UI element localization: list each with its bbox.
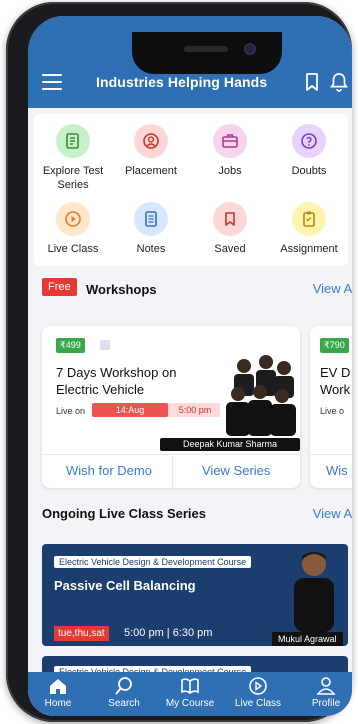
- workshops-header: Free Workshops View All: [28, 278, 352, 302]
- briefcase-icon: [213, 124, 247, 158]
- category-label: Saved: [214, 243, 246, 255]
- placement-icon: [134, 124, 168, 158]
- price-tag: ₹790: [320, 338, 349, 353]
- home-icon: [50, 679, 66, 694]
- phone-frame: Industries Helping Hands Explore Test Se…: [6, 2, 352, 722]
- category-label: Doubts: [291, 165, 327, 177]
- category-notes[interactable]: Notes: [112, 202, 190, 256]
- bookmark-icon: [213, 202, 247, 236]
- book-icon: [181, 678, 199, 694]
- front-camera: [244, 43, 256, 55]
- workshop-time: 5:00 pm: [178, 405, 212, 415]
- tutor-name: Mukul Agrawal: [272, 632, 343, 646]
- category-grid: Explore Test Series Placement Jobs Doubt…: [34, 114, 348, 266]
- hamburger-menu-icon[interactable]: [42, 74, 62, 90]
- test-series-icon: [56, 124, 90, 158]
- category-saved[interactable]: Saved: [191, 202, 269, 256]
- app-title: Industries Helping Hands: [96, 74, 268, 90]
- workshop-title: 7 Days Workshop on Electric Vehicle: [56, 365, 177, 397]
- profile-icon: [316, 677, 336, 695]
- schedule-bar: 14:Aug 5:00 pm: [92, 403, 220, 417]
- speaker-grille: [184, 46, 228, 52]
- workshops-view-all-link[interactable]: View All: [313, 281, 352, 296]
- live-class-icon: [56, 202, 90, 236]
- live-series-title: Ongoing Live Class Series: [42, 506, 206, 521]
- live-class-title: Passive Cell Balancing: [54, 578, 196, 593]
- search-icon: [115, 677, 132, 695]
- instructors-photo: [226, 355, 296, 436]
- class-time: 5:00 pm | 6:30 pm: [124, 627, 213, 639]
- instructor-name: Deepak Kumar Sharma: [160, 438, 300, 451]
- live-on-label: Live o: [320, 406, 345, 416]
- workshop-card[interactable]: ₹790 EV D Work Live o Wis: [310, 326, 352, 488]
- nav-live-class[interactable]: Live Class: [226, 676, 290, 709]
- bookmark-icon[interactable]: [304, 72, 320, 92]
- live-on-label: Live on: [56, 406, 86, 416]
- nav-home[interactable]: Home: [28, 676, 90, 709]
- category-assignment[interactable]: Assignment: [270, 202, 348, 256]
- category-jobs[interactable]: Jobs: [191, 124, 269, 178]
- nav-profile[interactable]: Profile: [294, 676, 352, 709]
- category-label: Placement: [125, 165, 177, 177]
- class-days: tue,thu,sat: [54, 626, 109, 641]
- phone-notch: [132, 32, 282, 74]
- tutor-photo: [294, 552, 334, 632]
- card-divider: [42, 454, 300, 455]
- placeholder-square: [100, 340, 110, 350]
- nav-search[interactable]: Search: [92, 676, 156, 709]
- category-label: Live Class: [47, 243, 99, 255]
- nav-label: Live Class: [234, 698, 282, 709]
- price-tag: ₹499: [56, 338, 85, 353]
- live-class-card[interactable]: Electric Vehicle Design & Development Co…: [42, 544, 348, 646]
- category-label: Notes: [136, 243, 166, 255]
- category-label: Assignment: [280, 243, 338, 255]
- card-vertical-divider: [172, 454, 173, 488]
- wish-for-demo-button[interactable]: Wis: [326, 463, 348, 478]
- workshops-title: Workshops: [86, 282, 157, 297]
- course-tag: Electric Vehicle Design & Development Co…: [54, 556, 252, 568]
- bottom-navigation: Home Search My Course Live Class Profile: [28, 672, 352, 716]
- category-label: Jobs: [218, 165, 242, 177]
- nav-label: My Course: [165, 698, 215, 709]
- view-series-button[interactable]: View Series: [202, 463, 270, 478]
- category-label: Explore Test Series: [42, 165, 104, 191]
- assignment-icon: [292, 202, 326, 236]
- workshop-date: 14:Aug: [92, 403, 168, 417]
- workshop-title: EV D Work: [320, 365, 351, 397]
- nav-label: Search: [108, 698, 140, 709]
- play-circle-icon: [249, 677, 267, 695]
- workshop-card[interactable]: ₹499 7 Days Workshop on Electric Vehicle…: [42, 326, 300, 488]
- category-explore-test-series[interactable]: Explore Test Series: [34, 124, 112, 192]
- nav-label: Profile: [311, 698, 341, 709]
- app-screen: Industries Helping Hands Explore Test Se…: [28, 16, 352, 716]
- nav-label: Home: [44, 698, 72, 709]
- card-divider: [310, 454, 352, 455]
- category-placement[interactable]: Placement: [112, 124, 190, 178]
- category-doubts[interactable]: Doubts: [270, 124, 348, 178]
- notes-icon: [134, 202, 168, 236]
- doubts-icon: [292, 124, 326, 158]
- category-live-class[interactable]: Live Class: [34, 202, 112, 256]
- bell-icon[interactable]: [330, 72, 348, 92]
- nav-my-course[interactable]: My Course: [158, 676, 222, 709]
- live-series-header: Ongoing Live Class Series View All: [28, 506, 352, 530]
- free-badge: Free: [42, 278, 77, 296]
- live-series-view-all-link[interactable]: View All: [313, 506, 352, 521]
- wish-for-demo-button[interactable]: Wish for Demo: [66, 463, 152, 478]
